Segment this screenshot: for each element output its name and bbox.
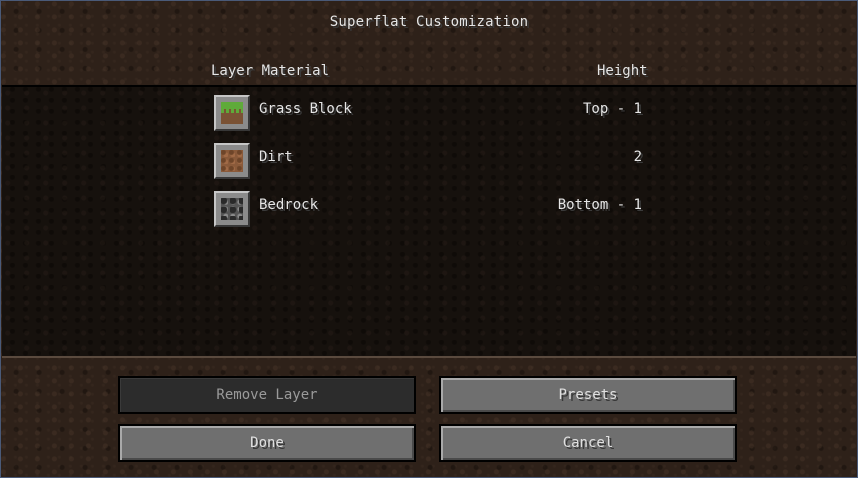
column-header-material: Layer Material — [211, 63, 330, 79]
layer-name: Dirt — [259, 149, 293, 165]
grass-block-icon — [221, 102, 243, 124]
layer-name: Bedrock — [259, 197, 319, 213]
bedrock-icon — [221, 198, 243, 220]
item-slot — [214, 143, 250, 179]
item-slot — [214, 95, 250, 131]
screen-title: Superflat Customization — [329, 14, 529, 30]
item-slot — [214, 191, 250, 227]
column-header-height: Height — [597, 63, 648, 79]
layer-height: 2 — [633, 149, 642, 165]
layer-height: Top - 1 — [582, 101, 642, 117]
cancel-button[interactable]: Cancel — [439, 424, 737, 462]
layer-height: Bottom - 1 — [557, 197, 642, 213]
done-button[interactable]: Done — [118, 424, 416, 462]
dirt-icon — [221, 150, 243, 172]
remove-layer-button[interactable]: Remove Layer — [118, 376, 416, 414]
layer-list[interactable]: Grass Block Top - 1 Dirt 2 Bedrock Botto… — [2, 85, 856, 358]
layer-name: Grass Block — [259, 101, 352, 117]
layer-row-grass-block[interactable]: Grass Block Top - 1 — [2, 87, 856, 131]
layer-row-dirt[interactable]: Dirt 2 — [2, 135, 856, 179]
presets-button[interactable]: Presets — [439, 376, 737, 414]
layer-row-bedrock[interactable]: Bedrock Bottom - 1 — [2, 183, 856, 227]
